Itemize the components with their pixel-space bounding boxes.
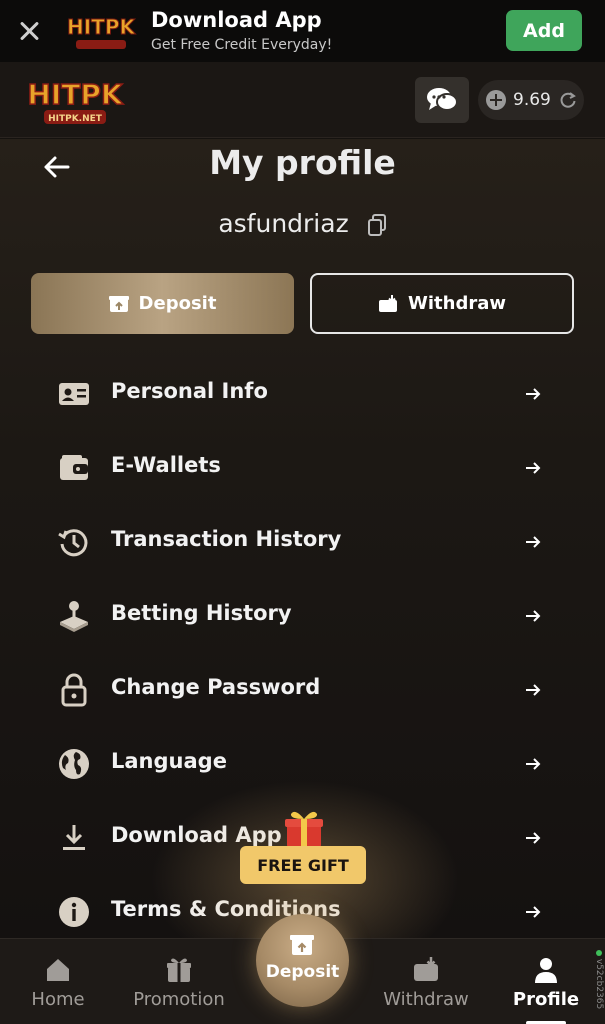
info-icon	[59, 897, 89, 927]
svg-text:HITPK: HITPK	[67, 15, 136, 39]
deposit-icon	[108, 295, 129, 312]
nav-label: Withdraw	[383, 989, 469, 1010]
withdraw-wallet-icon	[379, 294, 397, 312]
nav-profile[interactable]: Profile	[508, 939, 584, 1024]
chat-button[interactable]	[415, 77, 469, 123]
nav-promotion[interactable]: Promotion	[128, 939, 230, 1024]
menu-item-personal-info[interactable]: Personal Info	[0, 357, 605, 431]
globe-icon	[59, 749, 89, 779]
menu-label: Transaction History	[111, 527, 342, 551]
center-deposit-button[interactable]: Deposit	[256, 914, 349, 1007]
banner-title: Download App	[151, 8, 322, 32]
lock-icon	[61, 673, 87, 707]
menu-item-change-password[interactable]: Change Password	[0, 653, 605, 727]
arrow-right-icon	[526, 684, 541, 696]
deposit-label: Deposit	[138, 293, 217, 314]
withdraw-label: Withdraw	[408, 293, 506, 314]
arrow-right-icon	[526, 906, 541, 918]
joystick-icon	[60, 601, 88, 632]
arrow-right-icon	[526, 758, 541, 770]
close-icon[interactable]	[14, 16, 44, 46]
arrow-right-icon	[526, 610, 541, 622]
free-gift-badge[interactable]: FREE GIFT	[240, 846, 366, 884]
menu-item-e-wallets[interactable]: E-Wallets	[0, 431, 605, 505]
gift-icon	[167, 958, 191, 982]
nav-label: Promotion	[133, 989, 225, 1010]
status-dot	[596, 950, 602, 956]
nav-home[interactable]: Home	[18, 939, 98, 1024]
hitpk-logo-small: HITPK	[62, 10, 140, 54]
username: asfundriaz	[218, 209, 349, 238]
arrow-right-icon	[526, 388, 541, 400]
withdraw-wallet-icon	[414, 957, 438, 981]
user-icon	[535, 958, 557, 983]
banner-subtitle: Get Free Credit Everyday!	[151, 37, 333, 53]
menu-label: Language	[111, 749, 227, 773]
withdraw-button[interactable]: Withdraw	[310, 273, 574, 334]
hitpk-logo[interactable]: HITPK HITPK.NET	[24, 72, 126, 130]
svg-text:HITPK: HITPK	[27, 78, 123, 111]
menu-label: E-Wallets	[111, 453, 221, 477]
center-deposit-label: Deposit	[265, 962, 340, 982]
balance-value: 9.69	[513, 90, 551, 110]
refresh-icon[interactable]	[559, 91, 577, 109]
copy-icon[interactable]	[367, 214, 387, 236]
deposit-icon	[290, 935, 314, 955]
menu-item-transaction-history[interactable]: Transaction History	[0, 505, 605, 579]
arrow-right-icon	[526, 462, 541, 474]
home-icon	[47, 959, 69, 981]
download-icon	[63, 825, 85, 850]
nav-label: Home	[31, 989, 85, 1010]
menu-label: Change Password	[111, 675, 321, 699]
history-icon	[58, 529, 88, 557]
download-app-banner: HITPK Download App Get Free Credit Every…	[0, 0, 605, 62]
add-button[interactable]: Add	[506, 10, 582, 51]
svg-text:HITPK.NET: HITPK.NET	[48, 114, 103, 124]
id-card-icon	[59, 383, 89, 405]
menu-label: Personal Info	[111, 379, 268, 403]
username-row: asfundriaz	[0, 209, 605, 238]
chat-icon	[427, 88, 458, 111]
menu-label: Betting History	[111, 601, 292, 625]
add-funds-icon[interactable]	[486, 90, 506, 110]
deposit-button[interactable]: Deposit	[31, 273, 294, 334]
arrow-right-icon	[526, 832, 541, 844]
menu-item-betting-history[interactable]: Betting History	[0, 579, 605, 653]
nav-withdraw[interactable]: Withdraw	[378, 939, 474, 1024]
app-header: HITPK HITPK.NET 9.69	[0, 62, 605, 138]
page-title: My profile	[209, 143, 396, 182]
balance-pill[interactable]: 9.69	[478, 80, 584, 120]
version-text: v52cb2365	[594, 958, 604, 1010]
arrow-right-icon	[526, 536, 541, 548]
version-label: v52cb2365	[586, 950, 604, 1020]
wallet-icon	[60, 455, 88, 480]
nav-label: Profile	[512, 989, 580, 1010]
